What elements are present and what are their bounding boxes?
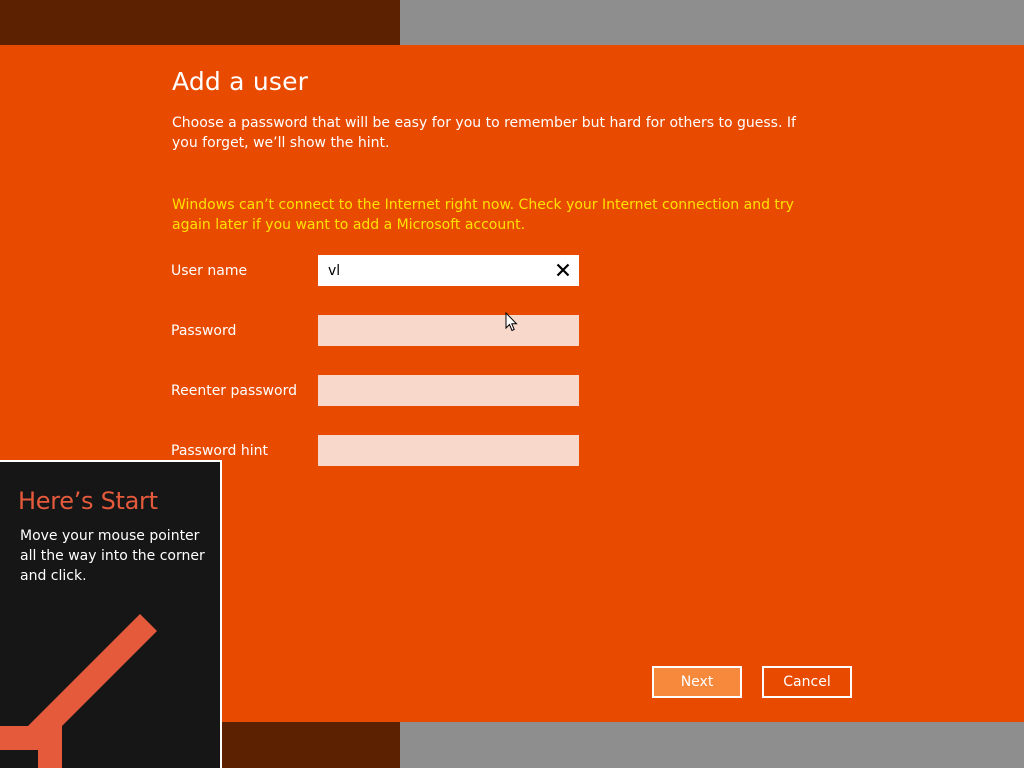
dialog-subtitle: Choose a password that will be easy for … (172, 115, 796, 151)
mouse-pointer-icon (505, 312, 518, 332)
password-hint-label: Password hint (171, 443, 268, 459)
connection-warning: Windows can’t connect to the Internet ri… (172, 197, 794, 233)
background-top-left (0, 0, 400, 45)
username-input[interactable] (318, 255, 579, 286)
start-tip-text: Move your mouse pointer all the way into… (20, 528, 205, 584)
start-tip-title: Here’s Start (18, 487, 158, 515)
reenter-password-label: Reenter password (171, 383, 297, 399)
cancel-button[interactable]: Cancel (762, 666, 852, 698)
clear-username-button[interactable] (549, 255, 577, 285)
background-bottom-right (400, 722, 1024, 768)
password-hint-input[interactable] (318, 435, 579, 466)
start-tip-panel: Here’s Start Move your mouse pointer all… (0, 460, 222, 768)
clear-icon (556, 263, 570, 277)
username-label: User name (171, 263, 248, 279)
corner-arrow-icon (0, 614, 157, 768)
next-button[interactable]: Next (652, 666, 742, 698)
password-label: Password (171, 323, 237, 339)
dialog-title: Add a user (172, 67, 309, 96)
reenter-password-input[interactable] (318, 375, 579, 406)
background-top-right (400, 0, 1024, 45)
password-input[interactable] (318, 315, 579, 346)
